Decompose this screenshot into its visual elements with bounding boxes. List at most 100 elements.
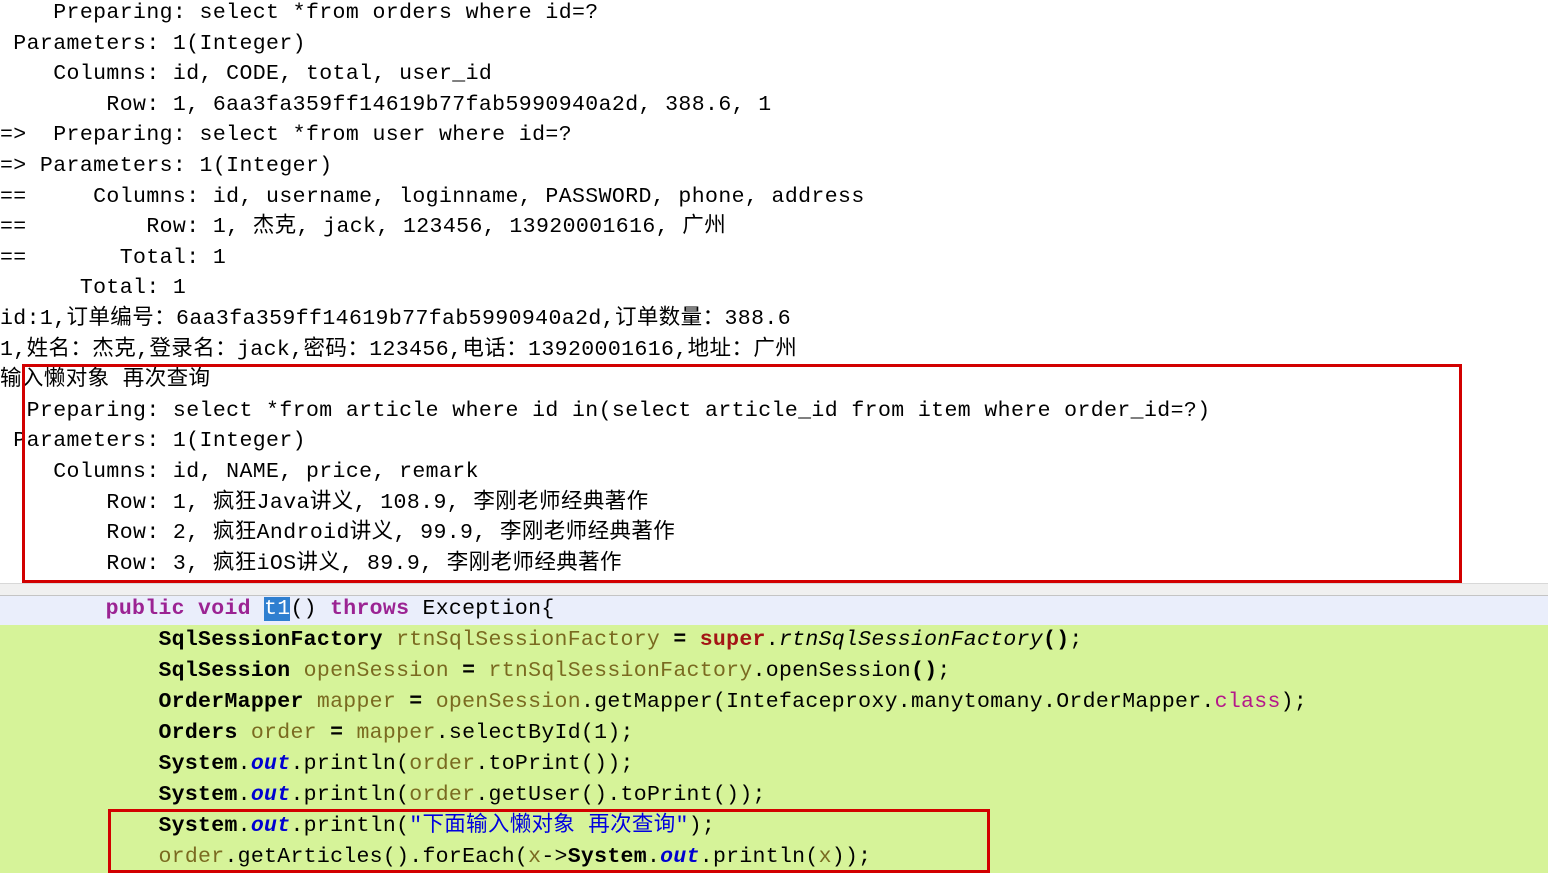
code-token: ; xyxy=(937,659,951,683)
console-line: Row: 3, 疯狂iOS讲义, 89.9, 李刚老师经典著作 xyxy=(0,551,622,576)
code-line-print-order-user[interactable]: System.out.println(order.getUser().toPri… xyxy=(0,780,1548,811)
code-line-print-order[interactable]: System.out.println(order.toPrint()); xyxy=(0,749,1548,780)
code-token: .getUser().toPrint()); xyxy=(475,783,766,807)
code-token: Orders xyxy=(158,721,238,745)
code-token: = xyxy=(673,628,687,652)
code-token: out xyxy=(250,814,291,838)
code-token: SqlSession xyxy=(158,659,291,683)
pane-divider[interactable] xyxy=(0,583,1548,596)
code-token: () xyxy=(290,597,331,621)
code-token: ); xyxy=(688,814,716,838)
code-token: OrderMapper xyxy=(158,690,304,714)
code-token: t1 xyxy=(264,597,291,621)
code-token: out xyxy=(660,845,700,869)
console-line: 1,姓名：杰克,登录名：jack,密码：123456,电话：1392000161… xyxy=(0,337,798,362)
console-line: => Parameters: 1(Integer) xyxy=(0,154,333,178)
code-line-opensession-decl[interactable]: SqlSession openSession = rtnSqlSessionFa… xyxy=(0,656,1548,687)
code-token: ; xyxy=(1069,628,1083,652)
code-token: . xyxy=(765,628,779,652)
code-token: rtnSqlSessionFactory xyxy=(488,659,753,683)
code-token: mapper xyxy=(316,690,397,714)
code-token: order xyxy=(158,845,225,869)
console-line: Preparing: select *from orders where id=… xyxy=(0,1,599,25)
code-token: . xyxy=(646,845,661,869)
code-token: public void xyxy=(105,597,265,621)
console-line: Parameters: 1(Integer) xyxy=(0,429,306,454)
console-line: Row: 1, 疯狂Java讲义, 108.9, 李刚老师经典著作 xyxy=(0,490,649,515)
console-line: == Total: 1 xyxy=(0,245,227,270)
code-token: . xyxy=(237,814,251,838)
code-line-method-signature[interactable]: public void t1() throws Exception{ xyxy=(0,596,1548,625)
console-line: Row: 2, 疯狂Android讲义, 99.9, 李刚老师经典著作 xyxy=(0,521,676,546)
code-token: . xyxy=(237,752,251,776)
code-token: .getMapper(Intefaceproxy.manytomany.Orde… xyxy=(580,690,1215,714)
code-token: System xyxy=(158,752,238,776)
code-line-print-lazy-hint[interactable]: System.out.println("下面输入懒对象 再次查询"); xyxy=(0,811,1548,842)
code-token: x xyxy=(528,845,542,869)
code-token: . xyxy=(237,783,251,807)
console-line: == Columns: id, username, loginname, PAS… xyxy=(0,184,865,209)
code-token: "下面输入懒对象 再次查询" xyxy=(409,814,689,838)
code-token: )); xyxy=(831,845,872,869)
code-token: throws xyxy=(330,597,423,621)
code-token: openSession xyxy=(435,690,581,714)
console-line: Preparing: select *from article where id… xyxy=(0,398,1211,423)
code-token: SqlSessionFactory xyxy=(158,628,383,652)
code-token: .println( xyxy=(290,783,410,807)
code-token: rtnSqlSessionFactory xyxy=(396,628,661,652)
console-line: Total: 1 xyxy=(0,276,187,301)
code-editor-pane[interactable]: public void t1() throws Exception{ SqlSe… xyxy=(0,596,1548,873)
code-line-orders-decl[interactable]: Orders order = mapper.selectById(1); xyxy=(0,718,1548,749)
code-token: order xyxy=(409,752,476,776)
code-token: out xyxy=(250,752,291,776)
code-token: = xyxy=(409,690,423,714)
code-token: ); xyxy=(1280,690,1308,714)
code-token: super xyxy=(699,628,766,652)
console-line: => Preparing: select *from user where id… xyxy=(0,123,572,148)
code-token: .println( xyxy=(290,752,410,776)
code-token: () xyxy=(1043,628,1070,652)
code-token: System xyxy=(158,814,238,838)
code-token: order xyxy=(250,721,317,745)
code-token: = xyxy=(462,659,476,683)
code-token: System xyxy=(567,845,647,869)
code-line-foreach-articles[interactable]: order.getArticles().forEach(x->System.ou… xyxy=(0,842,1548,873)
console-output-pane[interactable]: Preparing: select *from orders where id=… xyxy=(0,0,1548,588)
code-token: .println( xyxy=(290,814,410,838)
code-token: .selectById(1); xyxy=(435,721,634,745)
code-token: order xyxy=(409,783,476,807)
console-line: == Row: 1, 杰克, jack, 123456, 13920001616… xyxy=(0,215,727,240)
code-token: Exception{ xyxy=(422,597,555,621)
code-token: openSession xyxy=(303,659,449,683)
code-token: .toPrint()); xyxy=(475,752,634,776)
console-line: id:1,订单编号：6aa3fa359ff14619b77fab5990940a… xyxy=(0,307,791,331)
code-token: () xyxy=(911,659,938,683)
code-token: -> xyxy=(541,845,568,869)
code-token: .getArticles().forEach( xyxy=(224,845,529,869)
code-line-sqlsessionfactory-decl[interactable]: SqlSessionFactory rtnSqlSessionFactory =… xyxy=(0,625,1548,656)
code-token: .println( xyxy=(699,845,819,869)
code-line-ordermapper-decl[interactable]: OrderMapper mapper = openSession.getMapp… xyxy=(0,687,1548,718)
code-token: .openSession xyxy=(752,659,911,683)
console-line: Columns: id, CODE, total, user_id xyxy=(0,62,493,87)
console-line: Columns: id, NAME, price, remark xyxy=(0,460,479,484)
